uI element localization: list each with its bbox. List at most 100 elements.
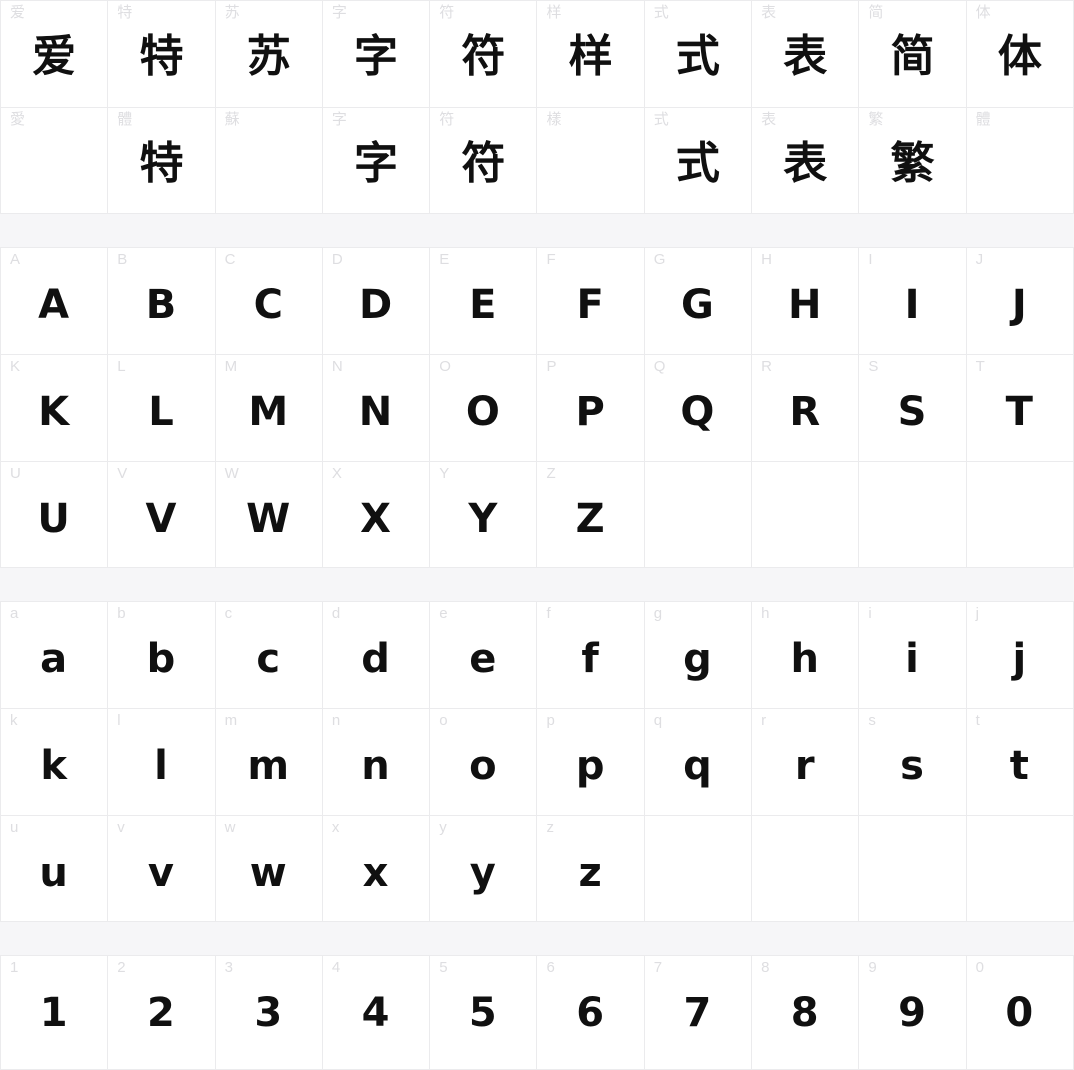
glyph-cell[interactable]: YY: [430, 462, 538, 567]
glyph-code-label: P: [546, 358, 557, 375]
glyph-cell[interactable]: bb: [108, 602, 216, 708]
glyph-cell-empty[interactable]: [752, 462, 860, 567]
glyph-cell[interactable]: HH: [752, 248, 860, 354]
glyph-cell[interactable]: vv: [108, 816, 216, 921]
glyph-cell[interactable]: 表表: [752, 108, 860, 213]
glyph-cell[interactable]: 繁繁: [859, 108, 967, 213]
glyph-preview: O: [465, 389, 501, 435]
glyph-cell[interactable]: SS: [859, 355, 967, 461]
glyph-cell[interactable]: 88: [752, 956, 860, 1069]
glyph-cell[interactable]: 符符: [430, 108, 538, 213]
glyph-cell[interactable]: oo: [430, 709, 538, 815]
glyph-cell[interactable]: ii: [859, 602, 967, 708]
glyph-cell[interactable]: FF: [537, 248, 645, 354]
glyph-cell[interactable]: 55: [430, 956, 538, 1069]
glyph-cell[interactable]: NN: [322, 355, 431, 461]
glyph-cell-empty[interactable]: 愛: [0, 108, 109, 213]
glyph-cell[interactable]: 式式: [644, 1, 753, 107]
glyph-cell[interactable]: 99: [859, 956, 967, 1069]
glyph-cell[interactable]: 体体: [966, 1, 1074, 107]
glyph-cell-empty[interactable]: [644, 462, 753, 567]
glyph-cell[interactable]: DD: [322, 248, 431, 354]
glyph-cell[interactable]: MM: [215, 355, 323, 461]
glyph-code-label: 繁: [868, 111, 884, 128]
glyph-cell[interactable]: zz: [537, 816, 645, 921]
glyph-cell-empty[interactable]: 蘇: [215, 108, 323, 213]
glyph-cell[interactable]: qq: [644, 709, 753, 815]
glyph-cell[interactable]: EE: [430, 248, 538, 354]
glyph-cell[interactable]: gg: [644, 602, 753, 708]
glyph-cell[interactable]: nn: [322, 709, 431, 815]
glyph-cell-empty[interactable]: [644, 816, 753, 921]
glyph-cell[interactable]: uu: [0, 816, 109, 921]
glyph-cell[interactable]: 66: [537, 956, 645, 1069]
glyph-cell[interactable]: 符符: [430, 1, 538, 107]
glyph-cell[interactable]: pp: [537, 709, 645, 815]
glyph-cell[interactable]: LL: [108, 355, 216, 461]
glyph-cell[interactable]: TT: [966, 355, 1074, 461]
glyph-cell[interactable]: XX: [322, 462, 431, 567]
glyph-cell[interactable]: II: [859, 248, 967, 354]
glyph-cell[interactable]: aa: [0, 602, 109, 708]
glyph-cell[interactable]: PP: [537, 355, 645, 461]
glyph-preview: n: [361, 743, 391, 789]
glyph-cell[interactable]: dd: [322, 602, 431, 708]
glyph-cell[interactable]: 11: [0, 956, 109, 1069]
glyph-cell-empty[interactable]: [966, 462, 1074, 567]
glyph-cell[interactable]: 式式: [644, 108, 753, 213]
glyph-cell[interactable]: 简简: [859, 1, 967, 107]
lowercase-row-u-z: uuvvwwxxyyzz: [0, 815, 1074, 922]
glyph-cell-empty[interactable]: [859, 816, 967, 921]
glyph-code-label: Q: [653, 358, 666, 375]
glyph-cell[interactable]: 33: [215, 956, 323, 1069]
glyph-cell[interactable]: RR: [752, 355, 860, 461]
glyph-cell[interactable]: ff: [537, 602, 645, 708]
glyph-cell[interactable]: 77: [644, 956, 753, 1069]
glyph-cell[interactable]: hh: [752, 602, 860, 708]
glyph-cell[interactable]: BB: [108, 248, 216, 354]
glyph-cell[interactable]: ee: [430, 602, 538, 708]
glyph-cell[interactable]: yy: [430, 816, 538, 921]
glyph-cell[interactable]: kk: [0, 709, 109, 815]
glyph-cell[interactable]: UU: [0, 462, 109, 567]
glyph-cell-empty[interactable]: 樣: [537, 108, 645, 213]
glyph-cell[interactable]: 00: [966, 956, 1074, 1069]
glyph-cell[interactable]: 苏苏: [215, 1, 323, 107]
glyph-cell[interactable]: WW: [215, 462, 323, 567]
glyph-cell-empty[interactable]: 體: [966, 108, 1074, 213]
glyph-cell[interactable]: GG: [644, 248, 753, 354]
glyph-cell[interactable]: 體特: [108, 108, 216, 213]
glyph-cell[interactable]: VV: [108, 462, 216, 567]
glyph-cell[interactable]: AA: [0, 248, 109, 354]
glyph-cell[interactable]: 字字: [322, 1, 431, 107]
glyph-cell[interactable]: 22: [108, 956, 216, 1069]
glyph-cell[interactable]: ww: [215, 816, 323, 921]
glyph-cell[interactable]: ss: [859, 709, 967, 815]
glyph-cell[interactable]: CC: [215, 248, 323, 354]
glyph-cell[interactable]: tt: [966, 709, 1074, 815]
glyph-cell[interactable]: ZZ: [537, 462, 645, 567]
glyph-cell[interactable]: 特特: [108, 1, 216, 107]
glyph-cell-empty[interactable]: [966, 816, 1074, 921]
glyph-cell[interactable]: cc: [215, 602, 323, 708]
glyph-cell[interactable]: mm: [215, 709, 323, 815]
glyph-preview: V: [145, 496, 178, 542]
glyph-cell[interactable]: 字字: [322, 108, 431, 213]
glyph-cell[interactable]: OO: [430, 355, 538, 461]
glyph-cell[interactable]: ll: [108, 709, 216, 815]
glyph-cell[interactable]: 44: [322, 956, 431, 1069]
glyph-cell[interactable]: KK: [0, 355, 109, 461]
glyph-cell-empty[interactable]: [859, 462, 967, 567]
glyph-cell[interactable]: 表表: [752, 1, 860, 107]
glyph-cell[interactable]: xx: [322, 816, 431, 921]
glyph-cell[interactable]: jj: [966, 602, 1074, 708]
glyph-preview: M: [248, 389, 290, 435]
glyph-cell[interactable]: JJ: [966, 248, 1074, 354]
glyph-cell[interactable]: rr: [752, 709, 860, 815]
glyph-preview: o: [469, 743, 498, 789]
glyph-cell-empty[interactable]: [752, 816, 860, 921]
glyph-cell[interactable]: QQ: [644, 355, 753, 461]
glyph-cell[interactable]: 爱爱: [0, 1, 109, 107]
glyph-code-label: G: [653, 251, 666, 268]
glyph-cell[interactable]: 样样: [537, 1, 645, 107]
